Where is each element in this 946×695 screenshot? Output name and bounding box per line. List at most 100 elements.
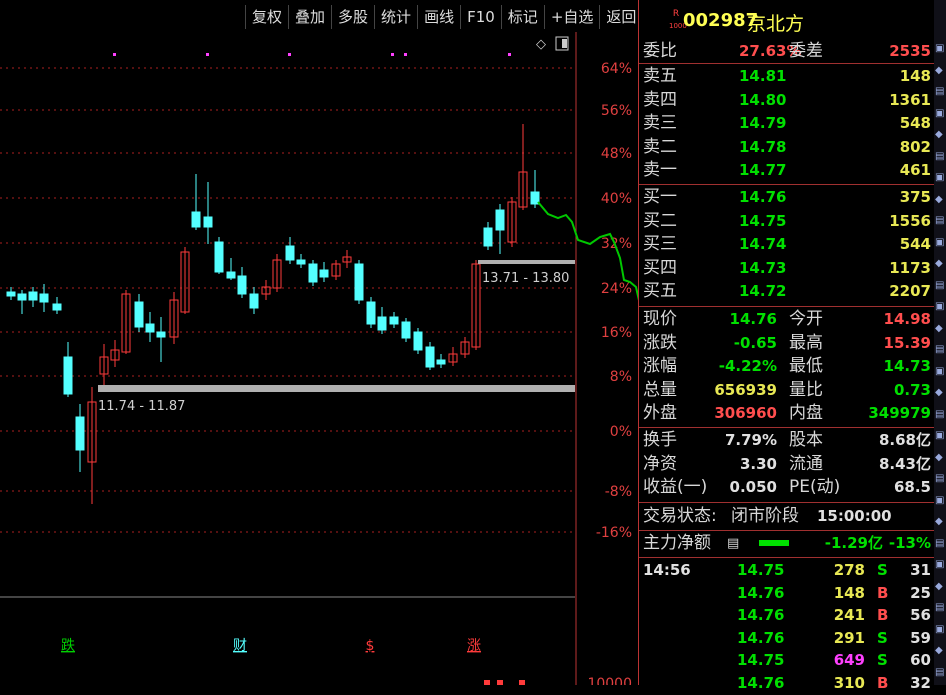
toolbar-button-7[interactable]: +自选 <box>543 5 600 29</box>
window-icon-fill <box>562 39 567 48</box>
cell: 14.76 <box>737 628 785 647</box>
candle-body <box>296 259 306 265</box>
divider <box>639 530 935 531</box>
tool-icon[interactable]: ▤ <box>935 601 945 615</box>
candle-body <box>6 291 16 297</box>
cell: 卖三 <box>643 113 677 133</box>
stat-row-1: 涨跌 -0.65 最高 15.39 <box>639 332 935 355</box>
cell: 461 <box>899 161 931 179</box>
toolbar-button-0[interactable]: 复权 <box>245 5 288 29</box>
cell: S <box>877 651 888 669</box>
diamond-icon[interactable]: ◇ <box>536 37 546 52</box>
cell: 外盘 <box>643 403 677 423</box>
cell: 卖五 <box>643 66 677 86</box>
tool-icon[interactable]: ◆ <box>935 386 945 400</box>
tool-icon[interactable]: ◆ <box>935 257 945 271</box>
cell: 内盘 <box>789 403 823 423</box>
cell: 241 <box>833 606 865 624</box>
tool-icon[interactable]: ▣ <box>935 171 945 185</box>
cell: 现价 <box>643 309 677 329</box>
cell: 802 <box>899 137 931 156</box>
tool-icon[interactable]: ▣ <box>935 300 945 314</box>
tool-icon[interactable]: ▣ <box>935 494 945 508</box>
tool-icon[interactable]: ▤ <box>935 150 945 164</box>
toolbar-button-2[interactable]: 多股 <box>331 5 374 29</box>
event-marker[interactable]: 跌 <box>61 638 75 654</box>
tool-icon[interactable]: ◆ <box>935 64 945 78</box>
cell: 1556 <box>889 211 931 230</box>
tool-icon[interactable]: ▣ <box>935 558 945 572</box>
tool-icon[interactable]: ▤ <box>935 85 945 99</box>
cell: 68.5 <box>893 478 931 496</box>
cell: 买一 <box>643 187 677 207</box>
event-dot <box>508 53 511 56</box>
cell: 净资 <box>643 453 677 474</box>
tool-icon[interactable]: ▤ <box>935 408 945 422</box>
tool-icon[interactable]: ◆ <box>935 580 945 594</box>
tool-icon[interactable]: ▤ <box>935 666 945 680</box>
list-icon[interactable]: ▤ <box>727 532 739 555</box>
right-tool-strip[interactable]: ▣ ◆ ▤ ▣ ◆ ▤ ▣ ◆ ▤ ▣ ◆ ▤ ▣ ◆ ▤ ▣ ◆ ▤ ▣ ◆ ▤ ▣ ◆ ▤ ▣ ◆ ▤ ▣ ◆ ▤ <box>934 0 946 685</box>
tool-icon[interactable]: ▤ <box>935 343 945 357</box>
cell: 1173 <box>889 258 931 277</box>
range-label: 11.74 - 11.87 <box>98 399 185 414</box>
tool-icon[interactable]: ▣ <box>935 236 945 250</box>
main-flow-row: 主力净额 ▤ -1.29亿 -13% <box>639 532 935 555</box>
toolbar-button-8[interactable]: 返回 <box>599 5 642 29</box>
cell: -0.65 <box>733 333 777 352</box>
tool-icon[interactable]: ▤ <box>935 214 945 228</box>
cell: 548 <box>899 114 931 132</box>
event-dot <box>288 53 291 56</box>
tool-icon[interactable]: ▤ <box>935 472 945 486</box>
y-axis-label: 16% <box>601 325 632 341</box>
tool-icon[interactable]: ▤ <box>935 537 945 551</box>
cell: 委差 <box>789 41 823 61</box>
kline-chart[interactable]: 64%56%48%40%32%24%16%8%0%-8%-16%11.74 - … <box>0 32 638 685</box>
tool-icon[interactable]: ◆ <box>935 515 945 529</box>
tool-icon[interactable]: ▣ <box>935 107 945 121</box>
cell: 148 <box>833 583 865 602</box>
buy-row-4: 买四 14.73 1173 <box>639 257 935 280</box>
trade-status-row: 交易状态: 闭市阶段 15:00:00 <box>639 505 935 528</box>
volume-bar <box>484 680 490 685</box>
tool-icon[interactable]: ◆ <box>935 128 945 142</box>
candle-body <box>191 211 201 228</box>
volume-bar <box>519 680 525 685</box>
event-dot <box>391 53 394 56</box>
tool-icon[interactable]: ◆ <box>935 644 945 658</box>
tool-icon[interactable]: ▣ <box>935 42 945 56</box>
y-axis-label: 48% <box>601 146 632 162</box>
toolbar-button-4[interactable]: 画线 <box>417 5 460 29</box>
y-axis-label: 8% <box>610 369 632 385</box>
cell: 今开 <box>789 309 823 329</box>
cell: PE(动) <box>789 477 841 497</box>
cell: 0.73 <box>893 380 931 399</box>
cell: 649 <box>833 651 865 669</box>
toolbar-button-6[interactable]: 标记 <box>500 5 544 29</box>
stat-row-3: 总量 656939 量比 0.73 <box>639 379 935 402</box>
fin-row-1: 净资 3.30 流通 8.43亿 <box>639 453 935 476</box>
cell: 14.79 <box>739 114 787 132</box>
tool-icon[interactable]: ◆ <box>935 451 945 465</box>
event-marker[interactable]: $ <box>366 638 375 654</box>
range-bar <box>98 385 575 392</box>
tick-row: 14.76 241 B 56 <box>639 604 935 627</box>
candle-body <box>39 293 49 303</box>
tool-icon[interactable]: ▣ <box>935 429 945 443</box>
toolbar-button-3[interactable]: 统计 <box>374 5 417 29</box>
flow-bar <box>759 540 789 546</box>
tool-icon[interactable]: ▣ <box>935 623 945 637</box>
sell-row-3: 卖三 14.79 548 <box>639 112 935 135</box>
tool-icon[interactable]: ▤ <box>935 279 945 293</box>
tool-icon[interactable]: ◆ <box>935 322 945 336</box>
cell: 委比 <box>643 41 677 61</box>
tool-icon[interactable]: ▣ <box>935 365 945 379</box>
toolbar-button-1[interactable]: 叠加 <box>288 5 331 29</box>
event-marker[interactable]: 财 <box>233 638 247 654</box>
event-marker[interactable]: 涨 <box>467 638 481 654</box>
toolbar-button-5[interactable]: F10 <box>460 5 501 29</box>
cell: -1.29亿 <box>824 534 883 552</box>
tool-icon[interactable]: ◆ <box>935 193 945 207</box>
cell: 14.72 <box>739 282 787 300</box>
tick-row: 14.76 291 S 59 <box>639 627 935 650</box>
